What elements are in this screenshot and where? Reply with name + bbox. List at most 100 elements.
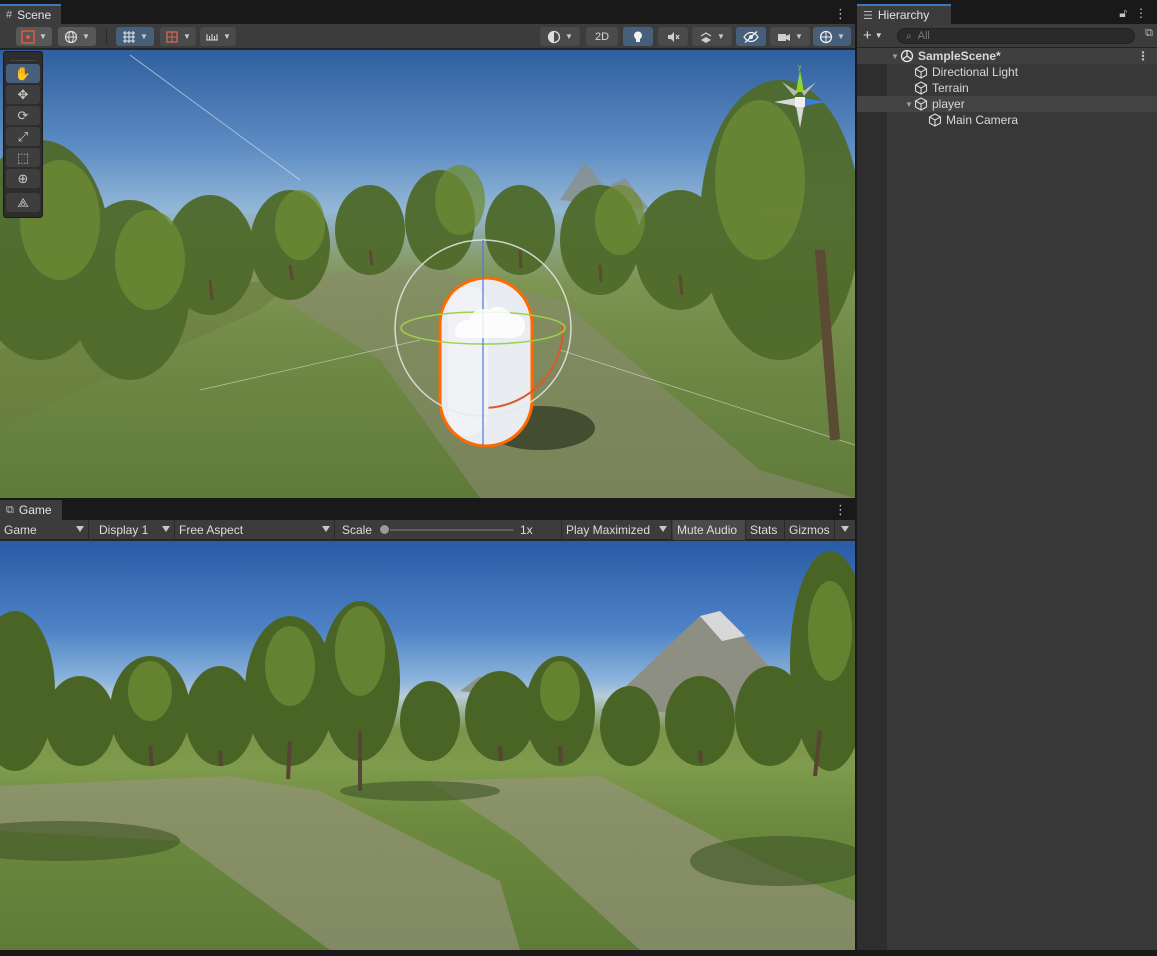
create-button[interactable]: + ▼ bbox=[863, 27, 883, 45]
game-menu-icon[interactable]: ⋮ bbox=[834, 502, 847, 518]
z-axis-cone[interactable] bbox=[804, 98, 826, 106]
gizmo-center-cube[interactable] bbox=[795, 97, 805, 107]
hierarchy-gutter bbox=[857, 48, 887, 950]
lock-icon[interactable]: 🔓︎ bbox=[1119, 6, 1127, 21]
tab-scene-label: Scene bbox=[17, 8, 52, 22]
mute-audio-label: Mute Audio bbox=[677, 523, 738, 537]
global-toggle-button[interactable]: ▼ bbox=[58, 27, 96, 46]
list-icon: ☰ bbox=[863, 9, 873, 22]
hierarchy-tab-icons: 🔓︎ ⋮ bbox=[1119, 6, 1147, 21]
tree-item-player[interactable]: ▼ player bbox=[857, 96, 1157, 112]
lightbulb-icon bbox=[634, 31, 642, 42]
render-mode-button[interactable]: ▼ bbox=[540, 27, 580, 46]
hierarchy-tabbar: ☰ Hierarchy 🔓︎ ⋮ bbox=[857, 4, 1157, 24]
scene-viewport[interactable]: ✋ ✥ ⟳ ⤢ ⬚ ⊕ ⟁ y bbox=[0, 50, 855, 498]
tab-hierarchy[interactable]: ☰ Hierarchy bbox=[857, 4, 951, 24]
chevron-down-icon: ▼ bbox=[183, 32, 191, 41]
plus-icon: + bbox=[863, 27, 872, 44]
game-mode-value: Game bbox=[4, 523, 37, 537]
move-tool-button[interactable]: ✥ bbox=[6, 85, 40, 104]
y-axis-cone[interactable] bbox=[796, 70, 804, 92]
snap-icon bbox=[166, 30, 178, 43]
ruler-snap-button[interactable]: ▼ bbox=[200, 27, 236, 46]
effects-icon bbox=[700, 31, 712, 43]
tools-overlay: ✋ ✥ ⟳ ⤢ ⬚ ⊕ ⟁ bbox=[3, 51, 43, 218]
stats-button[interactable]: Stats bbox=[746, 520, 785, 540]
neg-y-axis-cone[interactable] bbox=[796, 106, 804, 128]
scene-panel: # Scene ⋮ ▼ ▼ ▼ ▼ ▼ ▼ 2D ▼ ▼ ▼ ✋ ✥ ⟳ ⤢ ⬚… bbox=[0, 4, 855, 498]
status-bar bbox=[0, 950, 1157, 956]
search-options-icon[interactable]: ⧉ bbox=[1145, 27, 1153, 40]
hierarchy-tree: ▼ SampleScene* ⋮ Directional Light Terra… bbox=[857, 48, 1157, 950]
tree-item-scene[interactable]: ▼ SampleScene* ⋮ bbox=[857, 48, 1157, 64]
rect-tool-button[interactable]: ⬚ bbox=[6, 148, 40, 167]
expand-arrow-icon[interactable]: ▼ bbox=[890, 52, 900, 61]
display-value: Display 1 bbox=[99, 523, 149, 537]
scene-toolbar: ▼ ▼ ▼ ▼ ▼ ▼ 2D ▼ ▼ ▼ bbox=[0, 24, 855, 49]
scene-visibility-button[interactable] bbox=[736, 27, 766, 46]
draw-mode-button[interactable]: ▼ bbox=[16, 27, 52, 46]
game-mode-dropdown[interactable]: Game bbox=[0, 520, 89, 540]
tree-item-label: Main Camera bbox=[946, 113, 1019, 127]
tree-item-main-camera[interactable]: Main Camera bbox=[857, 112, 1157, 128]
chevron-down-icon: ▼ bbox=[837, 32, 845, 41]
gizmos-toggle-button[interactable]: ▼ bbox=[813, 27, 851, 46]
play-maximized-dropdown[interactable]: Play Maximized bbox=[562, 520, 672, 540]
tools-grip[interactable] bbox=[10, 54, 36, 61]
tab-game-label: Game bbox=[18, 503, 52, 517]
expand-arrow-icon[interactable]: ▼ bbox=[904, 100, 914, 109]
search-input[interactable] bbox=[917, 30, 1108, 42]
display-dropdown[interactable]: Display 1 bbox=[95, 520, 175, 540]
tab-game[interactable]: ⧉ Game bbox=[0, 500, 62, 520]
tree-item-terrain[interactable]: Terrain bbox=[857, 80, 1157, 96]
scene-menu-icon[interactable]: ⋮ bbox=[834, 6, 847, 22]
grid-snap-button[interactable]: ▼ bbox=[116, 27, 154, 46]
audio-toggle-button[interactable] bbox=[658, 27, 688, 46]
scale-tool-button[interactable]: ⤢ bbox=[6, 127, 40, 146]
increment-snap-button[interactable]: ▼ bbox=[160, 27, 196, 46]
orientation-gizmo[interactable]: y bbox=[768, 62, 832, 142]
chevron-down-icon bbox=[322, 526, 330, 532]
effects-button[interactable]: ▼ bbox=[692, 27, 732, 46]
tree-item-label: player bbox=[932, 97, 965, 111]
toggle-2d-button[interactable]: 2D bbox=[586, 27, 618, 46]
hidden-eye-icon bbox=[743, 30, 759, 43]
chevron-down-icon bbox=[162, 526, 170, 532]
mute-audio-button[interactable]: Mute Audio bbox=[673, 520, 746, 540]
sphere-icon bbox=[547, 30, 561, 43]
lighting-toggle-button[interactable] bbox=[623, 27, 653, 46]
tab-scene[interactable]: # Scene bbox=[0, 4, 62, 24]
scale-slider-track[interactable] bbox=[384, 529, 514, 531]
gameobject-cube-icon bbox=[914, 65, 928, 79]
custom-tool-icon: ⟁ bbox=[17, 194, 29, 210]
gamepad-icon: ⧉ bbox=[6, 503, 14, 516]
speaker-mute-icon bbox=[668, 31, 680, 42]
hand-tool-button[interactable]: ✋ bbox=[6, 64, 40, 83]
rotate-tool-button[interactable]: ⟳ bbox=[6, 106, 40, 125]
aspect-dropdown[interactable]: Free Aspect bbox=[175, 520, 335, 540]
gameobject-cube-icon bbox=[914, 97, 928, 111]
svg-text:y: y bbox=[798, 64, 802, 71]
globe-icon bbox=[64, 30, 78, 43]
video-camera-icon bbox=[778, 33, 791, 41]
hierarchy-toolbar: + ▼ ⌕ ⧉ bbox=[857, 24, 1157, 48]
custom-tool-button[interactable]: ⟁ bbox=[6, 193, 40, 212]
gizmos-dropdown[interactable] bbox=[835, 520, 855, 540]
tree-item-directional-light[interactable]: Directional Light bbox=[857, 64, 1157, 80]
hierarchy-search: ⌕ bbox=[897, 28, 1135, 44]
transform-tool-button[interactable]: ⊕ bbox=[6, 169, 40, 188]
game-toolbar: Game Display 1 Free Aspect Scale 1x Play… bbox=[0, 520, 855, 540]
scale-slider-thumb[interactable] bbox=[379, 524, 390, 535]
game-tabbar: ⧉ Game ⋮ bbox=[0, 500, 855, 520]
hierarchy-menu-icon[interactable]: ⋮ bbox=[1135, 6, 1147, 21]
neg-x-axis-cone[interactable] bbox=[774, 98, 796, 106]
chevron-down-icon: ▼ bbox=[140, 32, 148, 41]
game-view[interactable] bbox=[0, 541, 855, 950]
gameobject-cube-icon bbox=[928, 113, 942, 127]
unity-editor: # Scene ⋮ ▼ ▼ ▼ ▼ ▼ ▼ 2D ▼ ▼ ▼ ✋ ✥ ⟳ ⤢ ⬚… bbox=[0, 0, 1157, 956]
camera-settings-button[interactable]: ▼ bbox=[770, 27, 810, 46]
gameobject-cube-icon bbox=[914, 81, 928, 95]
aspect-value: Free Aspect bbox=[179, 523, 244, 537]
scene-options-icon[interactable]: ⋮ bbox=[1137, 49, 1149, 63]
gizmos-button[interactable]: Gizmos bbox=[785, 520, 835, 540]
